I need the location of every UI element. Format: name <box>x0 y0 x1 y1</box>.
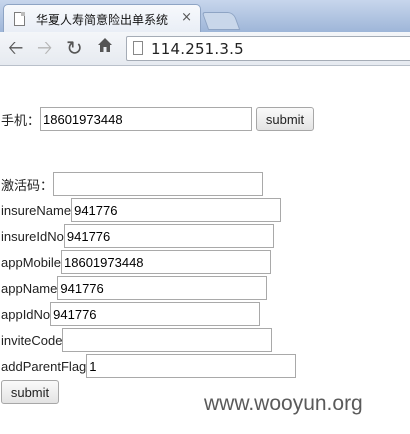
app-name-label: appName <box>1 280 58 296</box>
form-field-row: appIdNo <box>1 302 261 326</box>
app-id-no-label: appIdNo <box>1 306 51 322</box>
browser-tab[interactable]: 华夏人寿简意险出单系统 × <box>3 4 201 32</box>
phone-submit-button[interactable]: submit <box>256 107 315 131</box>
app-mobile-label: appMobile <box>1 254 61 270</box>
activation-row: 激活码： <box>1 172 264 196</box>
page-favicon-icon <box>14 12 25 26</box>
form-field-row: appName <box>1 276 268 300</box>
new-tab-button[interactable] <box>201 12 241 30</box>
address-bar[interactable]: 114.251.3.5 <box>126 36 410 61</box>
form2-submit-row: submit <box>1 380 59 404</box>
invite-code-input[interactable] <box>62 328 273 352</box>
form-field-row: insureName <box>1 198 282 222</box>
phone-label: 手机： <box>1 112 41 128</box>
forward-arrow-icon[interactable]: 🡢 <box>37 36 52 60</box>
app-name-input[interactable] <box>57 276 268 300</box>
invite-code-label: inviteCode <box>1 332 63 348</box>
back-arrow-icon[interactable]: 🡠 <box>8 36 23 60</box>
home-icon[interactable] <box>96 36 114 60</box>
form-field-row: inviteCode <box>1 328 273 352</box>
form-field-row: addParentFlag <box>1 354 297 378</box>
form2-submit-button[interactable]: submit <box>1 380 59 404</box>
activation-label: 激活码： <box>1 177 54 193</box>
activation-input[interactable] <box>53 172 264 196</box>
watermark: www.wooyun.org <box>204 392 363 415</box>
reload-icon[interactable]: ↻ <box>66 36 83 60</box>
form-field-row: insureIdNo <box>1 224 274 248</box>
tab-close-icon[interactable]: × <box>181 10 192 25</box>
browser-toolbar: 🡠 🡢 ↻ 114.251.3.5 <box>0 32 410 66</box>
url-text: 114.251.3.5 <box>151 40 244 58</box>
phone-row: 手机： submit <box>1 107 315 131</box>
page-icon <box>133 41 143 55</box>
add-parent-flag-label: addParentFlag <box>1 358 87 374</box>
insure-id-no-input[interactable] <box>63 224 274 248</box>
phone-input[interactable] <box>40 107 253 131</box>
tab-strip: 华夏人寿简意险出单系统 × <box>0 0 410 32</box>
insure-name-label: insureName <box>1 202 72 218</box>
insure-name-input[interactable] <box>71 198 282 222</box>
tab-title: 华夏人寿简意险出单系统 <box>36 13 169 27</box>
insure-id-no-label: insureIdNo <box>1 228 64 244</box>
app-mobile-input[interactable] <box>61 250 271 274</box>
form-field-row: appMobile <box>1 250 271 274</box>
app-id-no-input[interactable] <box>50 302 261 326</box>
add-parent-flag-input[interactable] <box>86 354 297 378</box>
page-content: 手机： submit 激活码： insureName insureIdNo ap… <box>0 67 410 434</box>
